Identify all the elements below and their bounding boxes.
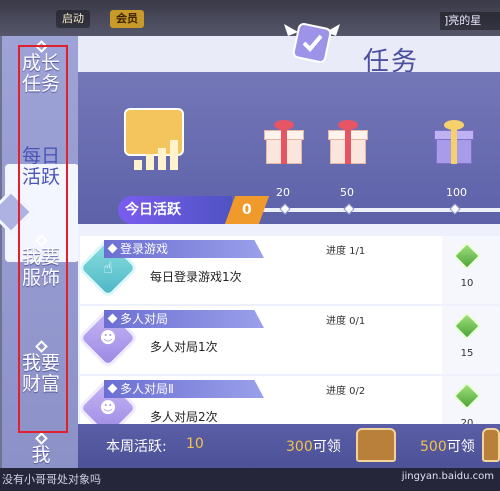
gift-box-icon[interactable]: [328, 120, 368, 164]
weekly-milestone-300: 300可领: [286, 439, 341, 455]
highlight-box: [18, 45, 68, 433]
milestone-label: 20: [276, 186, 290, 199]
task-title: 多人对局: [104, 310, 264, 328]
task-title: 登录游戏: [104, 240, 264, 258]
today-activity: 今日活跃 0: [118, 196, 270, 224]
milestone-label: 100: [446, 186, 467, 199]
task-row[interactable]: ☝ 登录游戏 进度 1/1 每日登录游戏1次 10: [76, 236, 500, 304]
reward-value: 15: [460, 348, 474, 359]
chat-bar: 没有小哥哥处对象吗 jingyan.baidu.com: [0, 468, 500, 491]
touch-icon: ☝: [103, 258, 113, 277]
task-progress: 进度 0/2: [326, 386, 366, 397]
top-right-text: ]亮的星: [440, 12, 500, 30]
today-activity-label: 今日活跃: [125, 202, 181, 218]
gift-box-icon[interactable]: [434, 120, 474, 164]
task-desc: 多人对局1次: [150, 340, 218, 354]
weekly-value: 10: [186, 436, 204, 452]
group-icon: ☻: [99, 398, 117, 417]
task-badge-icon: [284, 22, 340, 64]
task-progress: 进度 1/1: [326, 246, 366, 257]
task-desc: 多人对局2次: [150, 410, 218, 424]
task-row[interactable]: ☻ 多人对局 进度 0/1 多人对局1次 15: [76, 306, 500, 374]
task-reward[interactable]: 15: [442, 306, 500, 374]
gem-icon: [452, 241, 482, 271]
activity-progress-track: [243, 203, 500, 215]
sidebar-item-more[interactable]: 我: [16, 432, 66, 466]
start-chip[interactable]: 启动: [56, 10, 90, 28]
chat-message: 没有小哥哥处对象吗: [2, 473, 101, 486]
top-bar: 启动 会员 ]亮的星: [0, 0, 500, 36]
watermark: jingyan.baidu.com: [401, 471, 494, 482]
task-reward[interactable]: 10: [442, 236, 500, 304]
sidebar-item-label: 我: [31, 444, 51, 466]
task-progress: 进度 0/1: [326, 316, 366, 327]
task-desc: 每日登录游戏1次: [150, 270, 242, 284]
weekly-activity-bar: 本周活跃: 10 300可领 500可领: [78, 424, 500, 468]
treasure-chest-icon[interactable]: [482, 428, 500, 462]
weekly-milestone-500: 500可领: [420, 439, 475, 455]
treasure-chest-icon[interactable]: [356, 428, 396, 462]
game-window: 启动 会员 ]亮的星 成长任务 每日活跃 我要服饰 我要财富 我 任务 20 5…: [0, 0, 500, 491]
diamond-icon: [34, 432, 48, 445]
task-panel: 任务 20 50 100 今日活跃 0 ☝ 登录游戏 进度 1/1 每日登录游戏…: [76, 22, 500, 468]
vip-chip[interactable]: 会员: [110, 10, 144, 28]
group-icon: ☻: [99, 328, 117, 347]
reward-value: 10: [460, 278, 474, 289]
trophy-chart-icon: [118, 92, 192, 176]
gift-box-icon[interactable]: [264, 120, 304, 164]
gem-icon: [452, 311, 482, 341]
gem-icon: [452, 381, 482, 411]
weekly-label: 本周活跃:: [106, 439, 167, 455]
task-title: 多人对局Ⅱ: [104, 380, 264, 398]
milestone-label: 50: [340, 186, 354, 199]
